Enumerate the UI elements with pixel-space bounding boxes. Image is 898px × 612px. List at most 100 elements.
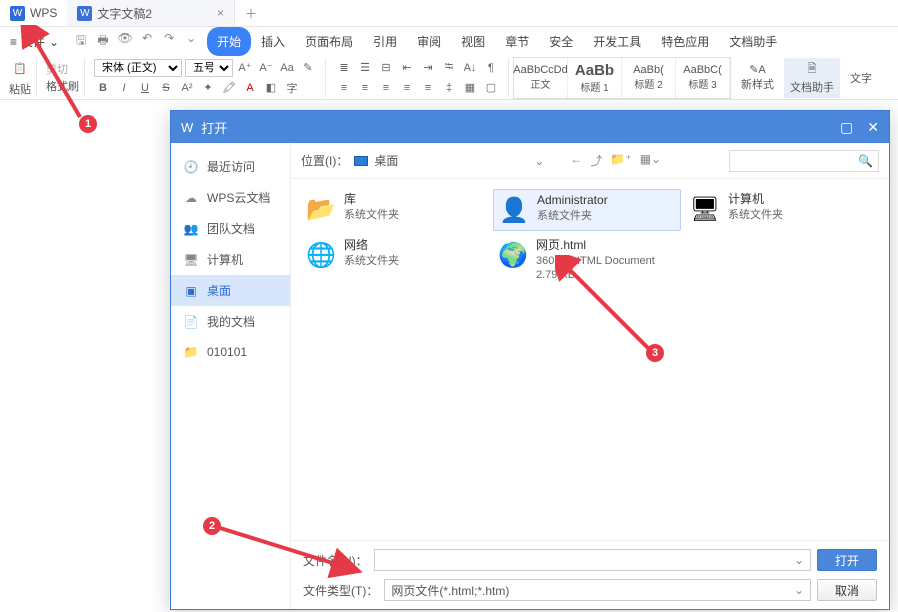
distribute-icon[interactable]: ≡ (419, 79, 437, 97)
underline-icon[interactable]: U (136, 79, 154, 97)
tab-insert[interactable]: 插入 (251, 27, 295, 56)
cut-button[interactable]: 剪切 (46, 61, 68, 77)
shrink-font-icon[interactable]: A⁻ (257, 59, 275, 77)
undo-icon[interactable]: ↶ (139, 31, 155, 52)
save-icon[interactable]: 🖫 (73, 31, 89, 52)
open-button[interactable]: 打开 (817, 549, 877, 571)
file-item[interactable]: 👤Administrator系统文件夹 (493, 189, 681, 231)
tab-doc-helper[interactable]: 文档助手 (719, 27, 787, 56)
shading-icon[interactable]: ◧ (262, 79, 280, 97)
wps-logo-icon: W (10, 6, 25, 21)
doc-tab-label: 文字文稿2 (97, 5, 152, 22)
bullets-icon[interactable]: ≣ (335, 59, 353, 77)
style-normal[interactable]: AaBbCcDd正文 (514, 58, 568, 98)
format-painter-button[interactable]: 格式刷 (46, 78, 79, 94)
back-icon[interactable]: ← (570, 152, 582, 169)
font-name-select[interactable]: 宋体 (正文) (94, 59, 182, 77)
tab-layout[interactable]: 页面布局 (295, 27, 363, 56)
change-case-icon[interactable]: Aa (278, 59, 296, 77)
tab-start[interactable]: 开始 (207, 27, 251, 56)
italic-icon[interactable]: I (115, 79, 133, 97)
sort-icon[interactable]: A↓ (461, 59, 479, 77)
new-tab-button[interactable]: ＋ (235, 5, 267, 22)
style-heading3[interactable]: AaBbC(标题 3 (676, 58, 730, 98)
dialog-close-icon[interactable]: ✕ (867, 119, 879, 136)
sidebar-item-计算机[interactable]: 🖥计算机 (171, 244, 290, 275)
tab-view[interactable]: 视图 (451, 27, 495, 56)
font-size-select[interactable]: 五号 (185, 59, 233, 77)
print-icon[interactable]: 🖶 (95, 31, 111, 52)
sidebar-item-团队文档[interactable]: 👥团队文档 (171, 213, 290, 244)
numbering-icon[interactable]: ☰ (356, 59, 374, 77)
file-type-combo[interactable]: 网页文件(*.html;*.htm) (384, 579, 811, 601)
char-border-icon[interactable]: 字 (283, 79, 301, 97)
titlebar: W WPS W 文字文稿2 × ＋ (0, 0, 898, 27)
strike-icon[interactable]: S (157, 79, 175, 97)
sidebar-icon: ☁ (183, 190, 199, 206)
sidebar-item-我的文档[interactable]: 📄我的文档 (171, 306, 290, 337)
app-tab-wps[interactable]: W WPS (0, 0, 67, 26)
file-item[interactable]: 📂库系统文件夹 (301, 189, 489, 231)
tab-dev[interactable]: 开发工具 (583, 27, 651, 56)
line-spacing-icon[interactable]: ‡ (440, 79, 458, 97)
highlight-icon[interactable]: 🖍 (220, 79, 238, 97)
tab-icon[interactable]: ⭾ (440, 59, 458, 77)
location-value[interactable]: 桌面 (374, 152, 398, 169)
clear-format-icon[interactable]: ✎ (299, 59, 317, 77)
sidebar-item-桌面[interactable]: ▣桌面 (171, 275, 290, 306)
redo-icon[interactable]: ↷ (161, 31, 177, 52)
borders-icon[interactable]: ▢ (482, 79, 500, 97)
align-center-icon[interactable]: ≡ (356, 79, 374, 97)
close-tab-icon[interactable]: × (217, 6, 224, 20)
tab-section[interactable]: 章节 (495, 27, 539, 56)
sidebar-item-010101[interactable]: 📁010101 (171, 337, 290, 367)
doc-helper-button[interactable]: 🗎 文档助手 (784, 58, 840, 98)
para-shading-icon[interactable]: ▦ (461, 79, 479, 97)
sidebar-item-最近访问[interactable]: 🕘最近访问 (171, 151, 290, 182)
paste-icon[interactable]: 📋 (9, 58, 31, 79)
font-color-icon[interactable]: A (241, 79, 259, 97)
location-dropdown-icon[interactable]: ⌄ (534, 154, 544, 168)
file-list[interactable]: 📂库系统文件夹👤Administrator系统文件夹🖥计算机系统文件夹 🌐网络系统… (291, 179, 889, 540)
grow-font-icon[interactable]: A⁺ (236, 59, 254, 77)
indent-inc-icon[interactable]: ⇥ (419, 59, 437, 77)
styles-gallery[interactable]: AaBbCcDd正文 AaBb标题 1 AaBb(标题 2 AaBbC(标题 3 (513, 57, 731, 99)
justify-icon[interactable]: ≡ (398, 79, 416, 97)
indent-dec-icon[interactable]: ⇤ (398, 59, 416, 77)
char-tools-button[interactable]: 文字 (844, 58, 878, 98)
style-heading1[interactable]: AaBb标题 1 (568, 58, 622, 98)
align-right-icon[interactable]: ≡ (377, 79, 395, 97)
text-effect-icon[interactable]: ✦ (199, 79, 217, 97)
sidebar-icon: 📄 (183, 314, 199, 330)
file-item[interactable]: 🌍网页.html360 se HTML Document2.79 KB (493, 235, 681, 277)
new-style-button[interactable]: ✎A 新样式 (735, 58, 780, 98)
file-name-combo[interactable] (374, 549, 811, 571)
tab-special[interactable]: 特色应用 (651, 27, 719, 56)
show-marks-icon[interactable]: ¶ (482, 59, 500, 77)
bold-icon[interactable]: B (94, 79, 112, 97)
view-icon[interactable]: ▦⌄ (640, 152, 661, 169)
doc-tab[interactable]: W 文字文稿2 × (67, 0, 235, 26)
qat-dropdown-icon[interactable]: ⌄ (183, 31, 199, 52)
tab-review[interactable]: 审阅 (407, 27, 451, 56)
new-folder-icon[interactable]: 📁⁺ (610, 152, 631, 169)
up-icon[interactable]: ⤴ (590, 152, 602, 169)
dialog-minimize-icon[interactable]: ▢ (840, 119, 853, 136)
preview-icon[interactable]: 👁 (117, 31, 133, 52)
cancel-button[interactable]: 取消 (817, 579, 877, 601)
tab-security[interactable]: 安全 (539, 27, 583, 56)
file-item[interactable]: 🖥计算机系统文件夹 (685, 189, 873, 231)
tab-references[interactable]: 引用 (363, 27, 407, 56)
style-heading2[interactable]: AaBb(标题 2 (622, 58, 676, 98)
file-item[interactable]: 🌐网络系统文件夹 (301, 235, 489, 277)
search-input[interactable]: 🔍 (729, 150, 879, 172)
sidebar-item-label: 计算机 (207, 251, 243, 268)
sidebar-item-WPS云文档[interactable]: ☁WPS云文档 (171, 182, 290, 213)
file-icon: 🌐 (304, 238, 338, 272)
sidebar-item-label: 010101 (207, 345, 247, 359)
align-left-icon[interactable]: ≡ (335, 79, 353, 97)
superscript-icon[interactable]: A² (178, 79, 196, 97)
sidebar-item-label: 桌面 (207, 282, 231, 299)
multilevel-icon[interactable]: ⊟ (377, 59, 395, 77)
file-menu[interactable]: ≡ 文件 ⌄ (4, 33, 65, 50)
